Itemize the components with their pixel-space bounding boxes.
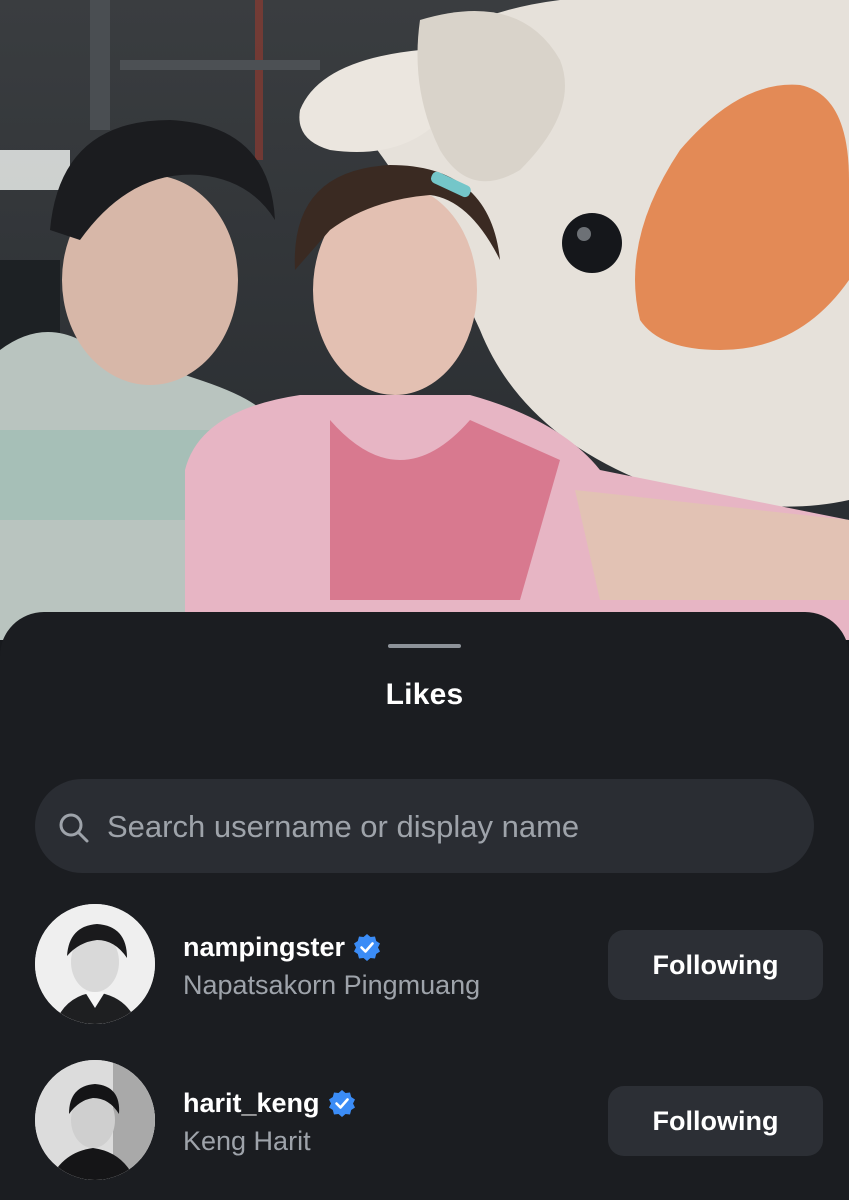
user-row[interactable]: harit_keng Keng Harit Following xyxy=(0,1060,849,1182)
search-input[interactable] xyxy=(105,779,789,875)
search-bar[interactable] xyxy=(35,779,814,875)
following-button[interactable]: Following xyxy=(608,930,823,1000)
likes-sheet: Likes nampingster Napatsakorn Pingmu xyxy=(0,612,849,1200)
avatar[interactable] xyxy=(35,1060,155,1180)
verified-badge-icon xyxy=(354,934,381,961)
verified-badge-icon xyxy=(328,1090,355,1117)
drag-handle[interactable] xyxy=(388,644,461,648)
username[interactable]: nampingster xyxy=(183,932,345,963)
display-name: Napatsakorn Pingmuang xyxy=(183,970,481,1000)
sheet-title: Likes xyxy=(385,678,464,711)
following-button[interactable]: Following xyxy=(608,1086,823,1156)
display-name: Keng Harit xyxy=(183,1126,311,1156)
avatar-photo xyxy=(35,904,155,1024)
username[interactable]: harit_keng xyxy=(183,1088,320,1119)
post-photo xyxy=(0,0,849,640)
avatar-photo xyxy=(35,1060,155,1180)
selfie-image xyxy=(0,0,849,640)
avatar[interactable] xyxy=(35,904,155,1024)
search-icon xyxy=(59,813,89,843)
user-row[interactable]: nampingster Napatsakorn Pingmuang Follow… xyxy=(0,904,849,1026)
